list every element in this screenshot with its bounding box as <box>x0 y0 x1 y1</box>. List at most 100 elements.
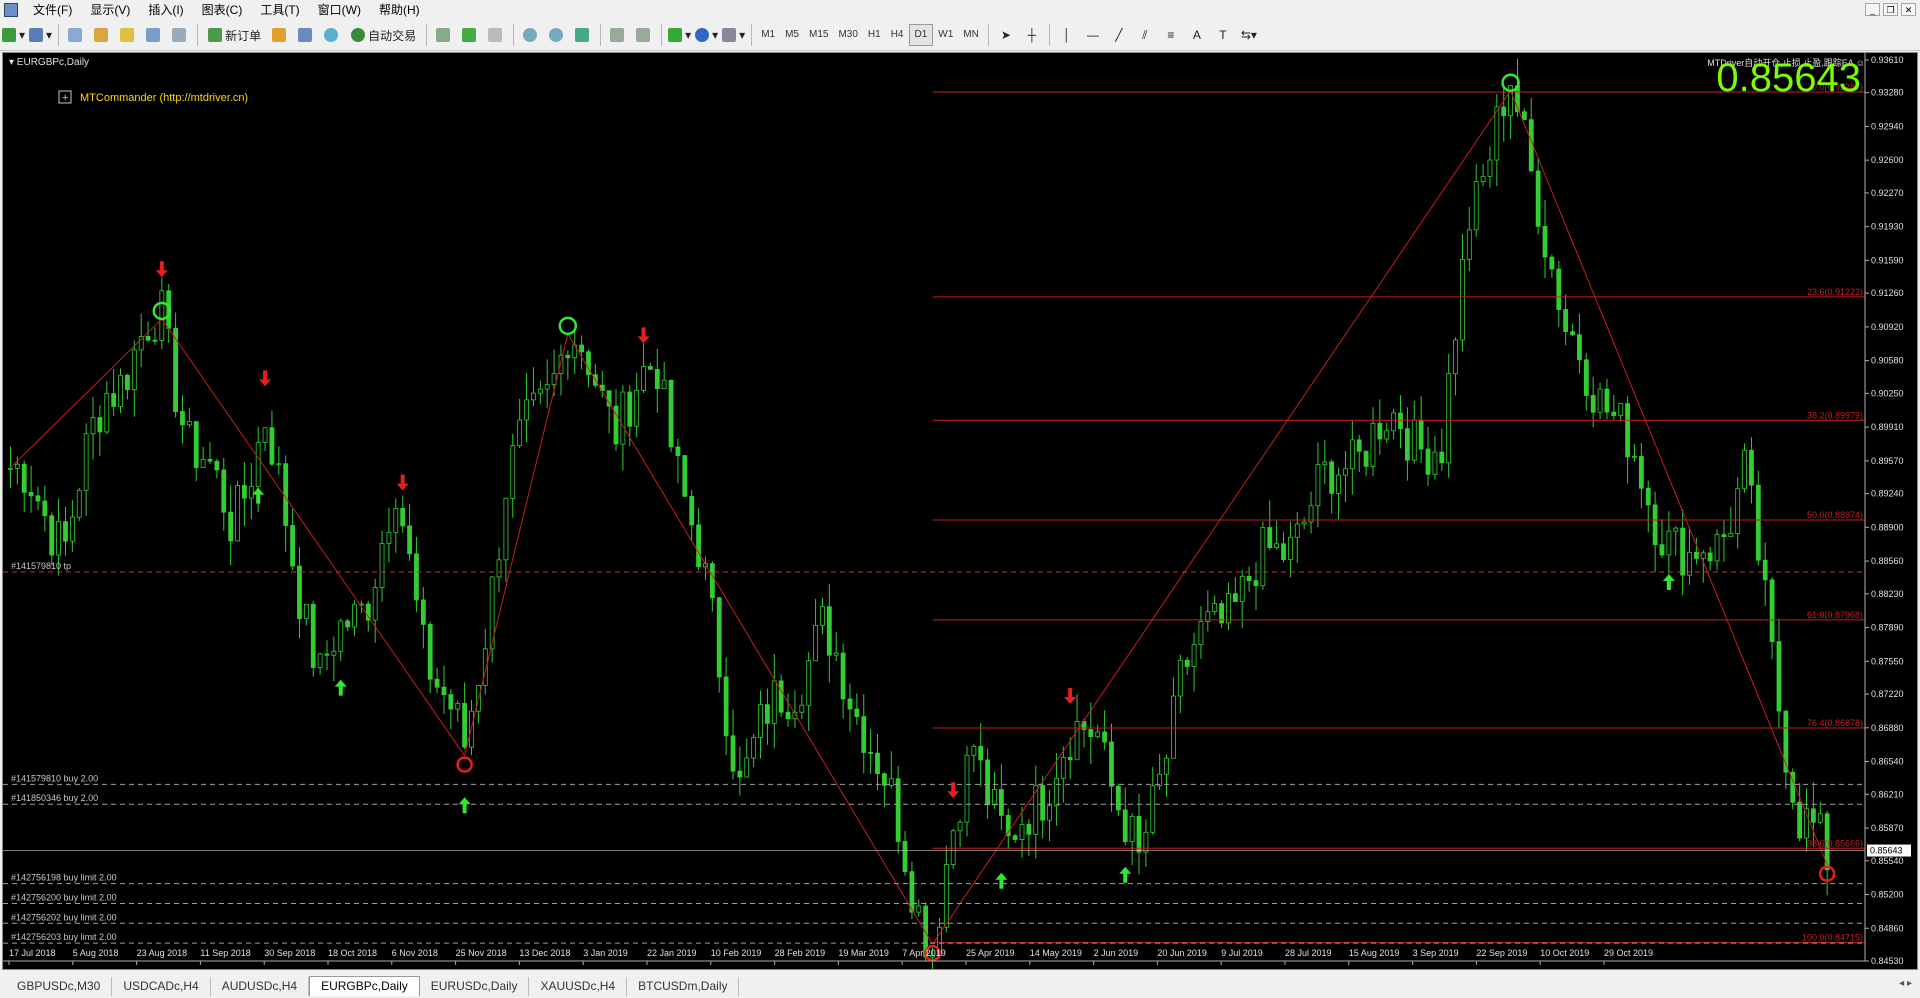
terminal-icon[interactable] <box>143 24 165 46</box>
templates-icon[interactable]: ▾ <box>722 24 745 46</box>
timeframe-h4[interactable]: H4 <box>886 25 909 45</box>
candle-body <box>861 716 867 753</box>
fibonacci-icon[interactable]: ≡ <box>1160 24 1182 46</box>
zoom-in-icon[interactable] <box>520 24 542 46</box>
vertical-line-icon[interactable]: │ <box>1056 24 1078 46</box>
close-icon[interactable]: ✕ <box>1901 3 1916 16</box>
timeframe-d1[interactable]: D1 <box>908 24 934 46</box>
candle-body <box>131 349 137 391</box>
candle-body <box>1060 757 1066 779</box>
timeframe-m15[interactable]: M15 <box>804 25 833 45</box>
price-tick-label: 0.91260 <box>1871 288 1904 298</box>
candle-body <box>1597 388 1603 413</box>
tab-gbpusdc-m30[interactable]: GBPUSDc,M30 <box>6 977 113 996</box>
expand-plus-icon: + <box>62 92 68 104</box>
new-chart-icon[interactable]: ▾ <box>2 24 25 46</box>
candle-body <box>1611 411 1617 416</box>
autoscroll-icon[interactable] <box>607 24 629 46</box>
price-tick-label: 0.92600 <box>1871 155 1904 165</box>
minimize-icon[interactable]: _ <box>1865 3 1880 16</box>
candle-body <box>1411 419 1417 461</box>
text-label-icon[interactable]: T <box>1212 24 1234 46</box>
candle-body <box>283 463 289 526</box>
indicators-icon[interactable]: ▾ <box>668 24 691 46</box>
menu-chart[interactable]: 图表(C) <box>193 0 252 20</box>
candle-body <box>1260 527 1266 587</box>
menu-insert[interactable]: 插入(I) <box>139 0 192 20</box>
menu-file[interactable]: 文件(F) <box>24 0 81 20</box>
menu-window[interactable]: 窗口(W) <box>309 0 370 20</box>
tab-usdcadc-h4[interactable]: USDCADc,H4 <box>112 977 211 996</box>
candle-body <box>1460 258 1465 341</box>
candle-body <box>751 737 757 759</box>
strategy-tester-icon[interactable] <box>169 24 191 46</box>
restore-icon[interactable]: ❐ <box>1883 3 1898 16</box>
candle-body <box>1721 534 1727 538</box>
candle-body <box>1164 757 1169 775</box>
candle-body <box>868 752 874 754</box>
price-tick-label: 0.93280 <box>1871 88 1904 98</box>
candle-body <box>771 680 777 724</box>
data-window-icon[interactable] <box>91 24 113 46</box>
candle-body <box>297 565 302 620</box>
metaeditor-icon[interactable] <box>269 24 291 46</box>
candle-body <box>1817 813 1823 823</box>
candle-body <box>290 525 295 567</box>
market-watch-icon[interactable] <box>65 24 87 46</box>
candle-body <box>716 597 722 678</box>
tab-eurgbpc-daily[interactable]: EURGBPc,Daily <box>309 976 420 996</box>
timeframe-m5[interactable]: M5 <box>780 25 804 45</box>
timeframe-h1[interactable]: H1 <box>863 25 886 45</box>
zoom-out-icon[interactable] <box>546 24 568 46</box>
candle-body <box>1074 721 1080 761</box>
candle-body <box>1274 543 1280 548</box>
chat-icon[interactable] <box>295 24 317 46</box>
candle-body <box>916 905 922 913</box>
horizontal-line-icon[interactable]: — <box>1082 24 1104 46</box>
time-tick-label: 30 Sep 2018 <box>264 948 315 958</box>
candle-body <box>1810 808 1816 823</box>
new-order-button[interactable]: 新订单 <box>204 24 265 46</box>
line-chart-icon[interactable] <box>485 24 507 46</box>
periods-icon[interactable]: ▾ <box>695 24 718 46</box>
globe-icon[interactable] <box>321 24 343 46</box>
candle-body <box>1171 695 1176 759</box>
auto-trading-button[interactable]: 自动交易 <box>347 24 420 46</box>
profiles-icon[interactable]: ▾ <box>29 24 52 46</box>
timeframe-m30[interactable]: M30 <box>833 25 862 45</box>
candle-body <box>228 511 234 542</box>
candle-body <box>1673 527 1679 532</box>
tab-btcusdm-daily[interactable]: BTCUSDm,Daily <box>627 977 740 996</box>
navigator-icon[interactable] <box>117 24 139 46</box>
timeframe-mn[interactable]: MN <box>958 25 984 45</box>
tab-eurusdc-daily[interactable]: EURUSDc,Daily <box>420 977 530 996</box>
tile-windows-icon[interactable] <box>572 24 594 46</box>
candle-body <box>1322 461 1328 466</box>
order-line-label: #142756198 buy limit 2.00 <box>11 873 117 883</box>
bid-price-label: 0.85643 <box>1870 846 1903 856</box>
candle-body <box>1714 534 1720 562</box>
menu-help[interactable]: 帮助(H) <box>370 0 429 20</box>
menu-view[interactable]: 显示(V) <box>81 0 139 20</box>
trendline-icon[interactable]: ╱ <box>1108 24 1130 46</box>
crosshair-icon[interactable]: ┼ <box>1021 24 1043 46</box>
tab-scroll-icon[interactable]: ◂ ▸ <box>1899 978 1912 989</box>
timeframe-w1[interactable]: W1 <box>933 25 958 45</box>
timeframe-m1[interactable]: M1 <box>756 25 780 45</box>
arrows-icon[interactable]: ⇆▾ <box>1238 24 1260 46</box>
bar-chart-icon[interactable] <box>433 24 455 46</box>
cursor-icon[interactable]: ➤ <box>995 24 1017 46</box>
price-chart[interactable]: 0.0(0.93287)23.6(0.91222)38.2(0.89979)50… <box>3 53 1917 969</box>
candle-body <box>235 485 240 542</box>
candle-body <box>1136 815 1142 853</box>
candle-body <box>1287 536 1293 560</box>
text-icon[interactable]: A <box>1186 24 1208 46</box>
tab-audusdc-h4[interactable]: AUDUSDc,H4 <box>211 977 310 996</box>
tab-xauusdc-h4[interactable]: XAUUSDc,H4 <box>529 977 628 996</box>
chart-window[interactable]: 0.0(0.93287) 23.6(0.91222) 38.2(0.89979) 50… <box>2 52 1918 970</box>
candle-body <box>1033 785 1039 835</box>
menu-tools[interactable]: 工具(T) <box>251 0 308 20</box>
chart-shift-icon[interactable] <box>633 24 655 46</box>
candlestick-icon[interactable] <box>459 24 481 46</box>
channel-icon[interactable]: ⫽ <box>1134 24 1156 46</box>
